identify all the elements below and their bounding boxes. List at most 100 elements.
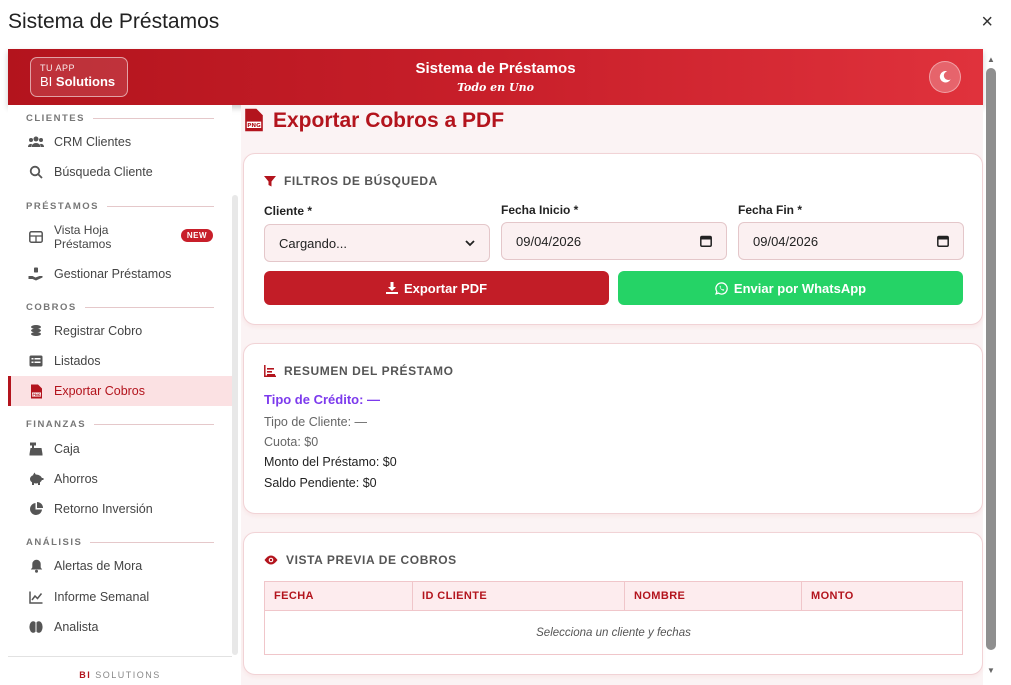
fecha-inicio-label: Fecha Inicio * <box>501 203 579 217</box>
heading-text: RESUMEN DEL PRÉSTAMO <box>284 364 454 378</box>
filters-heading: FILTROS DE BÚSQUEDA <box>264 174 438 188</box>
fecha-inicio-value: 09/04/2026 <box>516 233 582 249</box>
column-header-id-cliente[interactable]: ID CLIENTE <box>412 581 625 611</box>
sidebar-section-analisis: ANÁLISIS <box>26 537 214 548</box>
header-title: Sistema de Préstamos <box>415 60 576 77</box>
sidebar-section-cobros: COBROS <box>26 302 214 313</box>
empty-state-message: Selecciona un cliente y fechas <box>264 610 963 655</box>
scroll-down-arrow[interactable]: ▼ <box>987 666 995 675</box>
cliente-select-value: Cargando... <box>279 235 347 251</box>
fecha-fin-value: 09/04/2026 <box>753 233 819 249</box>
footer-strong: BI <box>79 670 92 680</box>
footer-rest: SOLUTIONS <box>91 670 161 680</box>
sidebar-item-label: Retorno Inversión <box>54 502 153 516</box>
sidebar-item-exportar-cobros[interactable]: PNG Exportar Cobros <box>8 376 232 406</box>
sidebar-item-vista-hoja-prestamos[interactable]: Vista Hoja Préstamos NEW <box>8 221 232 253</box>
cash-register-icon <box>27 440 45 458</box>
brain-icon <box>27 618 45 636</box>
table-icon <box>27 228 45 246</box>
filter-icon <box>264 175 276 187</box>
sidebar-item-retorno-inversion[interactable]: Retorno Inversión <box>8 494 232 524</box>
sidebar-footer: BI SOLUTIONS <box>8 670 232 680</box>
section-label: ANÁLISIS <box>26 537 83 548</box>
download-icon <box>385 282 398 294</box>
preview-table: FECHA ID CLIENTE NOMBRE MONTO Selecciona… <box>264 581 963 655</box>
cliente-select[interactable]: Cargando... <box>264 224 490 262</box>
sidebar-item-caja[interactable]: Caja <box>8 434 232 464</box>
whatsapp-button[interactable]: Enviar por WhatsApp <box>618 271 963 305</box>
label-line2: Préstamos <box>54 237 112 251</box>
filters-card: FILTROS DE BÚSQUEDA Cliente * Cargando..… <box>243 153 983 325</box>
sidebar-item-gestionar-prestamos[interactable]: Gestionar Préstamos <box>8 259 232 289</box>
window-title: Sistema de Préstamos <box>8 10 220 33</box>
eye-icon <box>264 555 278 565</box>
bar-chart-icon <box>264 365 276 377</box>
sidebar-item-label: Búsqueda Cliente <box>54 165 153 179</box>
sidebar-item-alertas-mora[interactable]: Alertas de Mora <box>8 551 232 581</box>
sidebar-item-busqueda-cliente[interactable]: Búsqueda Cliente <box>8 157 232 187</box>
export-pdf-label: Exportar PDF <box>403 280 488 296</box>
file-pdf-icon: PNG <box>243 108 265 137</box>
cliente-label: Cliente * <box>264 204 313 218</box>
saldo-pendiente: Saldo Pendiente: $0 <box>264 476 377 490</box>
cuota: Cuota: $0 <box>264 435 319 449</box>
fecha-inicio-input[interactable]: 09/04/2026 <box>501 222 727 260</box>
sidebar-item-label: Exportar Cobros <box>54 384 146 398</box>
table-row: Selecciona un cliente y fechas <box>264 610 963 655</box>
sidebar-item-crm-clientes[interactable]: CRM Clientes <box>8 127 232 157</box>
pie-chart-icon <box>27 500 45 518</box>
sidebar-item-listados[interactable]: Listados <box>8 346 232 376</box>
column-header-monto[interactable]: MONTO <box>801 581 963 611</box>
sidebar-item-label: Analista <box>54 620 99 634</box>
list-icon <box>27 352 45 370</box>
sidebar-section-finanzas: FINANZAS <box>26 419 214 430</box>
calendar-icon <box>700 235 712 247</box>
sidebar-scrollbar[interactable] <box>232 195 238 655</box>
file-pdf-icon: PNG <box>27 382 45 400</box>
sidebar-item-label: CRM Clientes <box>54 135 132 149</box>
sidebar-item-label: Gestionar Préstamos <box>54 267 172 281</box>
sidebar-item-informe-semanal[interactable]: Informe Semanal <box>8 582 232 612</box>
coins-icon <box>27 322 45 340</box>
moon-icon <box>939 71 951 83</box>
whatsapp-label: Enviar por WhatsApp <box>733 280 867 296</box>
search-icon <box>27 163 45 181</box>
sidebar-item-registrar-cobro[interactable]: Registrar Cobro <box>8 316 232 346</box>
page-title: Exportar Cobros a PDF <box>273 109 505 132</box>
sidebar-item-label: Listados <box>54 354 101 368</box>
header-subtitle: Todo en Uno <box>457 81 534 94</box>
sidebar-footer-divider <box>8 656 232 657</box>
tipo-cliente: Tipo de Cliente: — <box>264 415 368 429</box>
export-pdf-button[interactable]: Exportar PDF <box>264 271 609 305</box>
sidebar-item-label: Informe Semanal <box>54 590 150 604</box>
section-label: COBROS <box>26 302 77 313</box>
section-label: FINANZAS <box>26 419 87 430</box>
close-icon[interactable]: × <box>981 12 993 32</box>
sidebar-section-clientes: CLIENTES <box>26 113 214 124</box>
scroll-up-arrow[interactable]: ▲ <box>987 55 995 64</box>
calendar-icon <box>937 235 949 247</box>
sidebar-section-prestamos: PRÉSTAMOS <box>26 201 214 212</box>
main-scrollbar[interactable] <box>986 68 996 650</box>
line-chart-icon <box>27 588 45 606</box>
sidebar-item-ahorros[interactable]: Ahorros <box>8 464 232 494</box>
bell-icon <box>27 557 45 575</box>
sidebar-item-analista[interactable]: Analista <box>8 612 232 642</box>
column-header-fecha[interactable]: FECHA <box>264 581 413 611</box>
hand-money-icon <box>27 265 45 283</box>
theme-toggle-button[interactable] <box>929 61 961 93</box>
column-header-nombre[interactable]: NOMBRE <box>624 581 802 611</box>
tipo-credito: Tipo de Crédito: — <box>264 392 381 407</box>
monto-prestamo: Monto del Préstamo: $0 <box>264 455 397 469</box>
fecha-fin-input[interactable]: 09/04/2026 <box>738 222 964 260</box>
users-icon <box>27 133 45 151</box>
section-label: PRÉSTAMOS <box>26 201 99 212</box>
section-label: CLIENTES <box>26 113 85 124</box>
app-header: TU APP BI Solutions Sistema de Préstamos… <box>8 49 983 105</box>
sidebar: CLIENTES CRM Clientes Búsqueda Cliente P… <box>8 105 232 685</box>
table-header-row: FECHA ID CLIENTE NOMBRE MONTO <box>264 581 963 611</box>
summary-heading: RESUMEN DEL PRÉSTAMO <box>264 364 454 378</box>
sidebar-item-label: Vista Hoja Préstamos <box>54 223 111 251</box>
new-badge: NEW <box>180 229 213 242</box>
sidebar-item-label: Registrar Cobro <box>54 324 143 338</box>
